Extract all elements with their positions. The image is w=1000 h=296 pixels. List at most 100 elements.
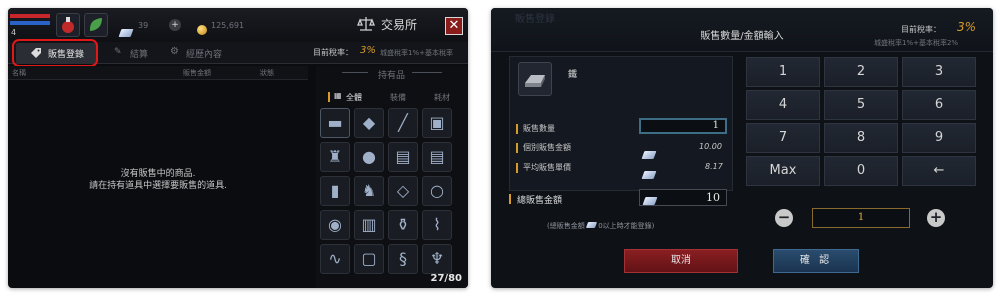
- scroll-icon: ▤: [395, 147, 411, 166]
- confirm-button[interactable]: 確 認: [773, 249, 859, 273]
- key-6[interactable]: 6: [902, 90, 976, 120]
- inventory-slot[interactable]: ∿: [320, 244, 350, 274]
- row-marker: [516, 143, 518, 153]
- quantity-price-dialog: 販售登錄 販售數量/金額輸入 目前稅率： 3% 城盛稅率1%+基本稅率2% 鐵 …: [491, 8, 993, 288]
- key-9[interactable]: 9: [902, 123, 976, 153]
- filter-marker: [328, 92, 330, 102]
- chair-icon: ♞: [361, 181, 377, 200]
- gold-coin-icon: [197, 20, 207, 39]
- empty-message: 沒有販售中的商品. 請在持有道具中選擇要販售的道具.: [8, 168, 308, 192]
- tab-history[interactable]: ⚙ 經歷內容: [168, 43, 248, 63]
- potion-icon: [62, 17, 74, 33]
- gem-icon: [641, 144, 657, 163]
- gear-icon: ⚙: [170, 46, 179, 57]
- inventory-slot[interactable]: ▤: [422, 142, 452, 172]
- filter-equip[interactable]: 裝備: [390, 92, 406, 103]
- inventory-slot[interactable]: ⌇: [422, 210, 452, 240]
- background-title: 販售登錄: [515, 14, 555, 25]
- top-bar: 4 39 + 125,691 交易所 ✕: [8, 8, 468, 42]
- inventory-title: 持有品: [378, 71, 406, 81]
- gem-icon: [642, 194, 658, 209]
- dagger-icon: ╱: [398, 113, 408, 132]
- key-1[interactable]: 1: [746, 57, 820, 87]
- unit-price-value: 10.00: [699, 142, 722, 151]
- key-8[interactable]: 8: [824, 123, 898, 153]
- leaf-icon: [89, 18, 102, 31]
- add-currency-button[interactable]: +: [169, 19, 181, 31]
- total-price-input[interactable]: 10: [639, 189, 727, 206]
- inventory-slot[interactable]: ◇: [388, 176, 418, 206]
- crystal-icon: ◇: [396, 181, 410, 200]
- key-5[interactable]: 5: [824, 90, 898, 120]
- page-icon: ▢: [361, 249, 377, 268]
- potion-slot[interactable]: [56, 13, 80, 37]
- inventory-slot[interactable]: ◆: [354, 108, 384, 138]
- gold-amount: 125,691: [211, 21, 245, 30]
- scroll-icon: ▤: [429, 147, 445, 166]
- filter-consumable[interactable]: 耗材: [434, 92, 450, 103]
- key-max[interactable]: Max: [746, 156, 820, 186]
- inventory-slot[interactable]: ▬: [320, 108, 350, 138]
- inventory-slot[interactable]: ▤: [388, 142, 418, 172]
- inventory-filters: ▦ 全體 裝備 耗材: [316, 90, 468, 106]
- decrement-button[interactable]: −: [775, 209, 793, 227]
- numeric-keypad: 1 2 3 4 5 6 7 8 9 Max 0 ←: [746, 57, 978, 189]
- tax-label: 目前稅率：: [901, 25, 941, 34]
- average-price-value: 8.17: [705, 162, 723, 171]
- inventory-slot[interactable]: ▣: [422, 108, 452, 138]
- bone-icon: ⌇: [433, 215, 441, 234]
- potion-icon: ●: [362, 147, 376, 166]
- inventory-slot[interactable]: ♜: [320, 142, 350, 172]
- ingot-icon: ▬: [327, 113, 343, 132]
- inventory-slot[interactable]: ▮: [320, 176, 350, 206]
- min-price-note: (總販售金額 0以上時才能登錄): [547, 221, 654, 231]
- gem-count: 39: [138, 21, 149, 30]
- tax-label: 目前稅率：: [313, 48, 353, 57]
- key-0[interactable]: 0: [824, 156, 898, 186]
- empty-line: 請在持有道具中選擇要販售的道具.: [89, 181, 227, 191]
- backspace-key[interactable]: ←: [902, 156, 976, 186]
- inventory-slot[interactable]: ⚱: [388, 210, 418, 240]
- inventory-slot[interactable]: ●: [354, 142, 384, 172]
- col-name: 名稱: [12, 69, 26, 77]
- inventory-slot[interactable]: ♞: [354, 176, 384, 206]
- key-4[interactable]: 4: [746, 90, 820, 120]
- row-marker: [516, 163, 518, 173]
- col-price: 販售金額: [183, 69, 211, 77]
- inventory-slot[interactable]: ◉: [320, 210, 350, 240]
- wrench-icon: ✎: [114, 47, 122, 57]
- sell-quantity-label: 販售數量: [523, 124, 555, 133]
- tab-bar: 販售登錄 ✎ 結算 ⚙ 經歷內容 目前稅率： 3% 城盛稅率1%+基本稅率: [8, 39, 468, 67]
- quantity-input[interactable]: 1: [639, 118, 727, 134]
- herb-slot[interactable]: [84, 13, 108, 37]
- close-button[interactable]: ✕: [445, 17, 463, 35]
- player-level: 4: [11, 28, 17, 37]
- key-3[interactable]: 3: [902, 57, 976, 87]
- tax-detail: 城盛稅率1%+基本稅率: [380, 49, 453, 57]
- key-7[interactable]: 7: [746, 123, 820, 153]
- armor-icon: ♜: [327, 147, 343, 166]
- gem-currency-icon: [118, 22, 134, 41]
- filter-all[interactable]: 全體: [346, 92, 362, 103]
- quantity-stepper[interactable]: 1: [812, 208, 910, 228]
- grid-icon: ▦: [334, 91, 342, 100]
- key-2[interactable]: 2: [824, 57, 898, 87]
- cancel-button[interactable]: 取消: [624, 249, 738, 273]
- inventory-slot[interactable]: ♆: [422, 244, 452, 274]
- col-status: 狀態: [260, 69, 274, 77]
- total-label: 總販售金額: [517, 196, 563, 206]
- inventory-slot[interactable]: ○: [422, 176, 452, 206]
- list-header: 名稱 販售金額 狀態: [8, 66, 308, 80]
- pouch-icon: ◉: [328, 215, 342, 234]
- divider: [342, 72, 368, 73]
- rope-icon: §: [399, 249, 407, 268]
- gem-icon: [585, 222, 598, 230]
- inventory-slot[interactable]: ╱: [388, 108, 418, 138]
- inventory-slot[interactable]: ▢: [354, 244, 384, 274]
- crate-icon: ▣: [429, 113, 445, 132]
- inventory-slot[interactable]: §: [388, 244, 418, 274]
- increment-button[interactable]: +: [927, 209, 945, 227]
- inventory-slot[interactable]: ▥: [354, 210, 384, 240]
- tab-settlement[interactable]: ✎ 結算: [108, 43, 168, 63]
- tax-value: 3%: [957, 20, 977, 34]
